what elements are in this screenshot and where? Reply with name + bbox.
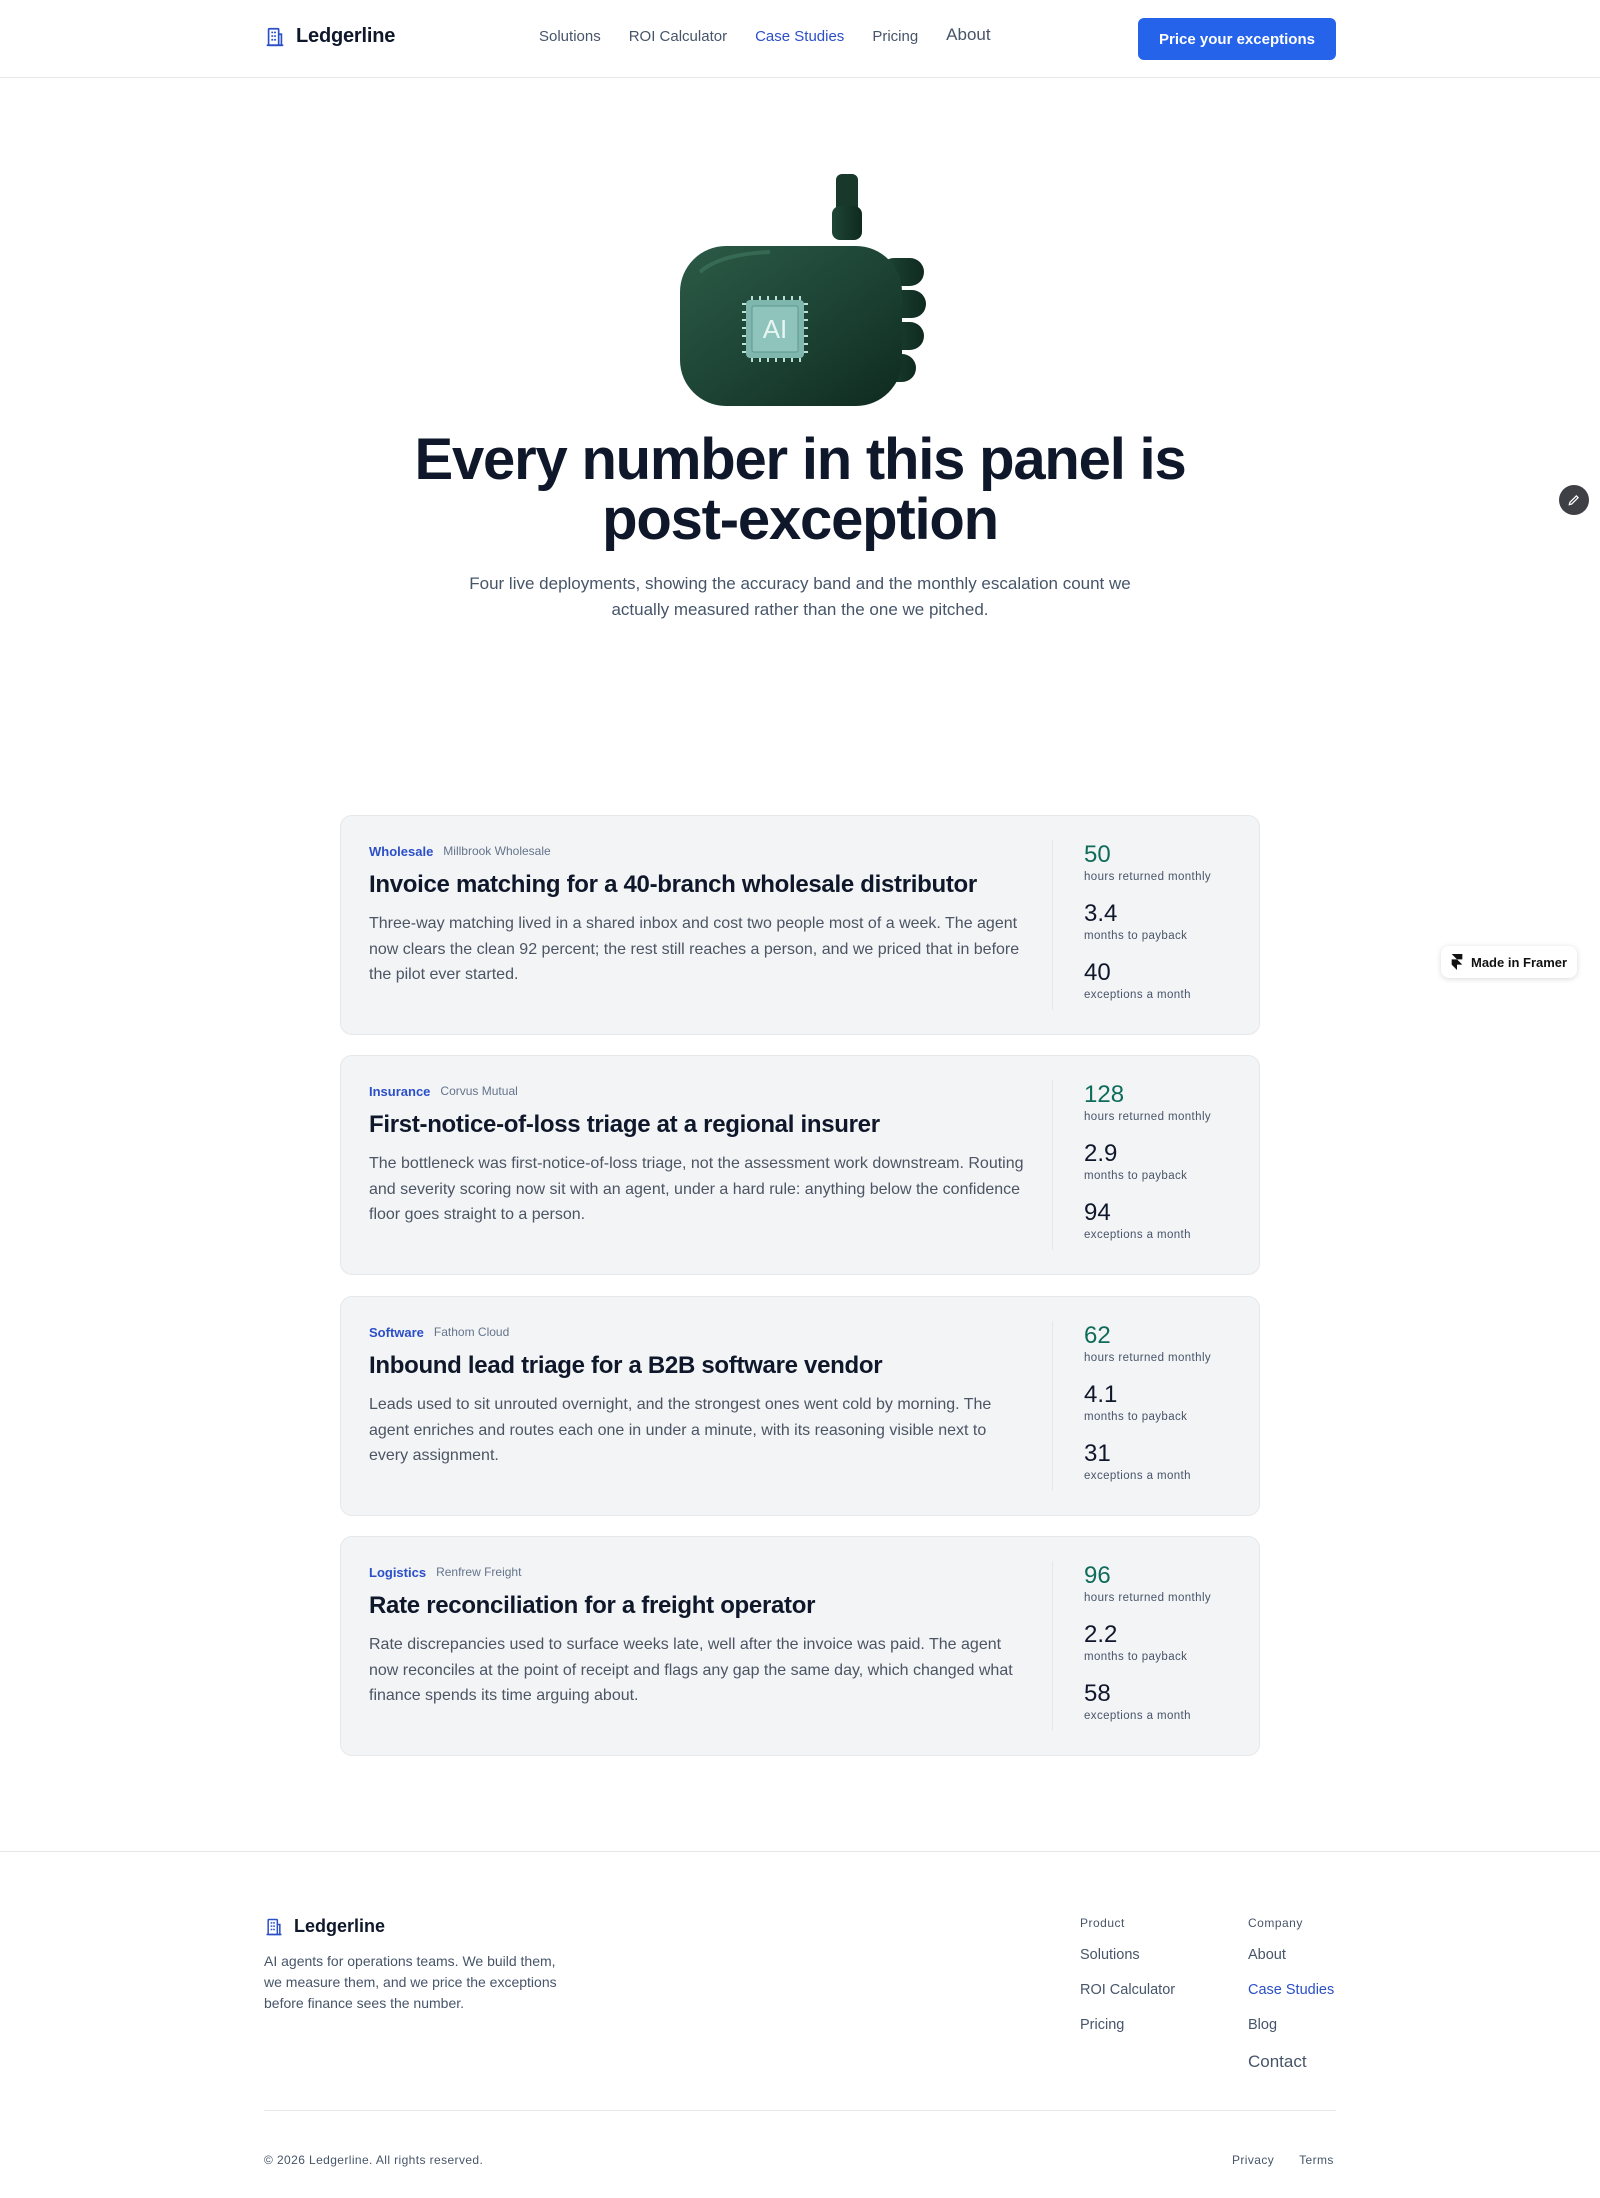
- footer-description: AI agents for operations teams. We build…: [264, 1953, 557, 2011]
- page-subtitle: Four live deployments, showing the accur…: [469, 574, 1131, 619]
- case-description: Leads used to sit unrouted overnight, an…: [369, 1396, 992, 1464]
- building-icon: [266, 27, 284, 46]
- footer-link-privacy[interactable]: Privacy: [1232, 2153, 1274, 2167]
- nav-link-case-studies[interactable]: Case Studies: [755, 28, 844, 45]
- building-icon: [266, 1918, 282, 1935]
- card-divider: [1052, 1321, 1053, 1491]
- stat-label-payback: months to payback: [1084, 930, 1188, 942]
- brand-name: Ledgerline: [296, 25, 396, 47]
- stat-value-payback: 4.1: [1084, 1381, 1118, 1408]
- stat-label-hours: hours returned monthly: [1084, 1111, 1212, 1123]
- stat-value-payback: 2.2: [1084, 1621, 1118, 1648]
- footer-link-about[interactable]: About: [1248, 1947, 1334, 1982]
- client-name: Fathom Cloud: [433, 1325, 510, 1339]
- edit-pencil-icon: [1568, 495, 1579, 506]
- stat-value-payback: 3.4: [1084, 900, 1118, 927]
- stat-value-hours: 50: [1084, 841, 1111, 868]
- site-footer: Ledgerline AI agents for operations team…: [0, 1851, 1600, 2198]
- case-title: Inbound lead triage for a B2B software v…: [369, 1352, 883, 1379]
- top-nav: Ledgerline Solutions ROI Calculator Case…: [0, 0, 1600, 78]
- industry-tag: Wholesale: [369, 843, 434, 859]
- footer-link-terms[interactable]: Terms: [1299, 2153, 1334, 2167]
- edit-pencil-button[interactable]: [1559, 485, 1589, 515]
- footer-link-roi-calculator[interactable]: ROI Calculator: [1080, 1982, 1175, 2017]
- stat-label-payback: months to payback: [1084, 1651, 1188, 1663]
- stat-label-hours: hours returned monthly: [1084, 871, 1212, 883]
- framer-badge-label: Made in Framer: [1471, 954, 1568, 970]
- case-description: Three-way matching lived in a shared inb…: [369, 915, 1020, 983]
- industry-tag: Software: [369, 1324, 424, 1340]
- card-divider: [1052, 840, 1053, 1010]
- stat-value-exceptions: 94: [1084, 1199, 1111, 1226]
- nav-link-pricing[interactable]: Pricing: [872, 28, 918, 45]
- footer-divider: [264, 2110, 1336, 2111]
- industry-tag: Insurance: [369, 1083, 431, 1099]
- case-study-card[interactable]: Software Fathom Cloud Inbound lead triag…: [340, 1296, 1260, 1516]
- price-exceptions-button[interactable]: Price your exceptions: [1138, 18, 1336, 60]
- nav-link-solutions[interactable]: Solutions: [539, 28, 601, 45]
- ai-chip-icon: AI: [742, 296, 808, 362]
- stat-label-payback: months to payback: [1084, 1411, 1188, 1423]
- industry-tag: Logistics: [369, 1564, 427, 1580]
- stat-label-hours: hours returned monthly: [1084, 1352, 1212, 1364]
- case-stats: 96 hours returned monthly 2.2 months to pa…: [1084, 1561, 1211, 1738]
- case-study-card[interactable]: Insurance Corvus Mutual First-notice-of-…: [340, 1055, 1260, 1275]
- page-title: Every number in this panel is post-excep…: [414, 427, 1187, 552]
- case-stats: 62 hours returned monthly 4.1 months to pa…: [1084, 1321, 1211, 1498]
- stat-value-exceptions: 31: [1084, 1440, 1111, 1467]
- footer-link-case-studies[interactable]: Case Studies: [1248, 1982, 1334, 2017]
- case-title: Rate reconciliation for a freight operat…: [369, 1592, 816, 1619]
- case-study-card[interactable]: Logistics Renfrew Freight Rate reconcili…: [340, 1536, 1260, 1756]
- nav-link-roi-calculator[interactable]: ROI Calculator: [629, 28, 727, 45]
- stat-value-hours: 62: [1084, 1322, 1111, 1349]
- stat-label-exceptions: exceptions a month: [1084, 1710, 1191, 1722]
- card-divider: [1052, 1080, 1053, 1250]
- client-name: Renfrew Freight: [436, 1565, 522, 1579]
- made-in-framer-badge[interactable]: Made in Framer: [1441, 946, 1577, 978]
- footer-link-blog[interactable]: Blog: [1248, 2017, 1334, 2052]
- stat-label-exceptions: exceptions a month: [1084, 1470, 1191, 1482]
- card-divider: [1052, 1561, 1053, 1731]
- svg-text:AI: AI: [763, 314, 788, 344]
- framer-logo-icon: [1451, 954, 1463, 970]
- stat-value-payback: 2.9: [1084, 1140, 1118, 1167]
- client-name: Millbrook Wholesale: [443, 844, 551, 858]
- footer-column-product: Product Solutions ROI Calculator Pricing: [1080, 1916, 1175, 2052]
- stat-label-exceptions: exceptions a month: [1084, 1229, 1191, 1241]
- case-title: Invoice matching for a 40-branch wholesa…: [369, 871, 977, 898]
- case-description: Rate discrepancies used to surface weeks…: [369, 1636, 1013, 1704]
- footer-column-heading: Company: [1248, 1916, 1303, 1930]
- stat-value-hours: 128: [1084, 1081, 1125, 1108]
- footer-link-contact[interactable]: Contact: [1248, 2052, 1334, 2087]
- case-title: First-notice-of-loss triage at a regiona…: [369, 1111, 880, 1138]
- legal-links: Privacy Terms: [1232, 2153, 1334, 2167]
- footer-link-solutions[interactable]: Solutions: [1080, 1947, 1175, 1982]
- nav-links: Solutions ROI Calculator Case Studies Pr…: [539, 25, 991, 45]
- footer-column-company: Company About Case Studies Blog Contact: [1248, 1916, 1334, 2087]
- footer-link-pricing[interactable]: Pricing: [1080, 2017, 1175, 2052]
- nav-link-about[interactable]: About: [946, 25, 990, 45]
- client-name: Corvus Mutual: [440, 1084, 518, 1098]
- stat-value-exceptions: 58: [1084, 1680, 1111, 1707]
- case-study-card[interactable]: Wholesale Millbrook Wholesale Invoice ma…: [340, 815, 1260, 1035]
- stat-label-hours: hours returned monthly: [1084, 1592, 1212, 1604]
- footer-column-heading: Product: [1080, 1916, 1125, 1930]
- case-stats: 50 hours returned monthly 3.4 months to pa…: [1084, 840, 1211, 1017]
- copyright: © 2026 Ledgerline. All rights reserved.: [264, 2153, 484, 2167]
- stat-value-exceptions: 40: [1084, 959, 1111, 986]
- brand-logo-link[interactable]: Ledgerline: [264, 25, 395, 48]
- case-stats: 128 hours returned monthly 2.9 months to p…: [1084, 1080, 1211, 1257]
- stat-label-payback: months to payback: [1084, 1170, 1188, 1182]
- hero-robot-hand-illustration: AI: [660, 162, 940, 420]
- case-description: The bottleneck was first-notice-of-loss …: [369, 1155, 1024, 1223]
- footer-brand-link[interactable]: Ledgerline: [264, 1916, 385, 1937]
- footer-brand-name: Ledgerline: [294, 1916, 386, 1936]
- stat-value-hours: 96: [1084, 1562, 1111, 1589]
- stat-label-exceptions: exceptions a month: [1084, 989, 1191, 1001]
